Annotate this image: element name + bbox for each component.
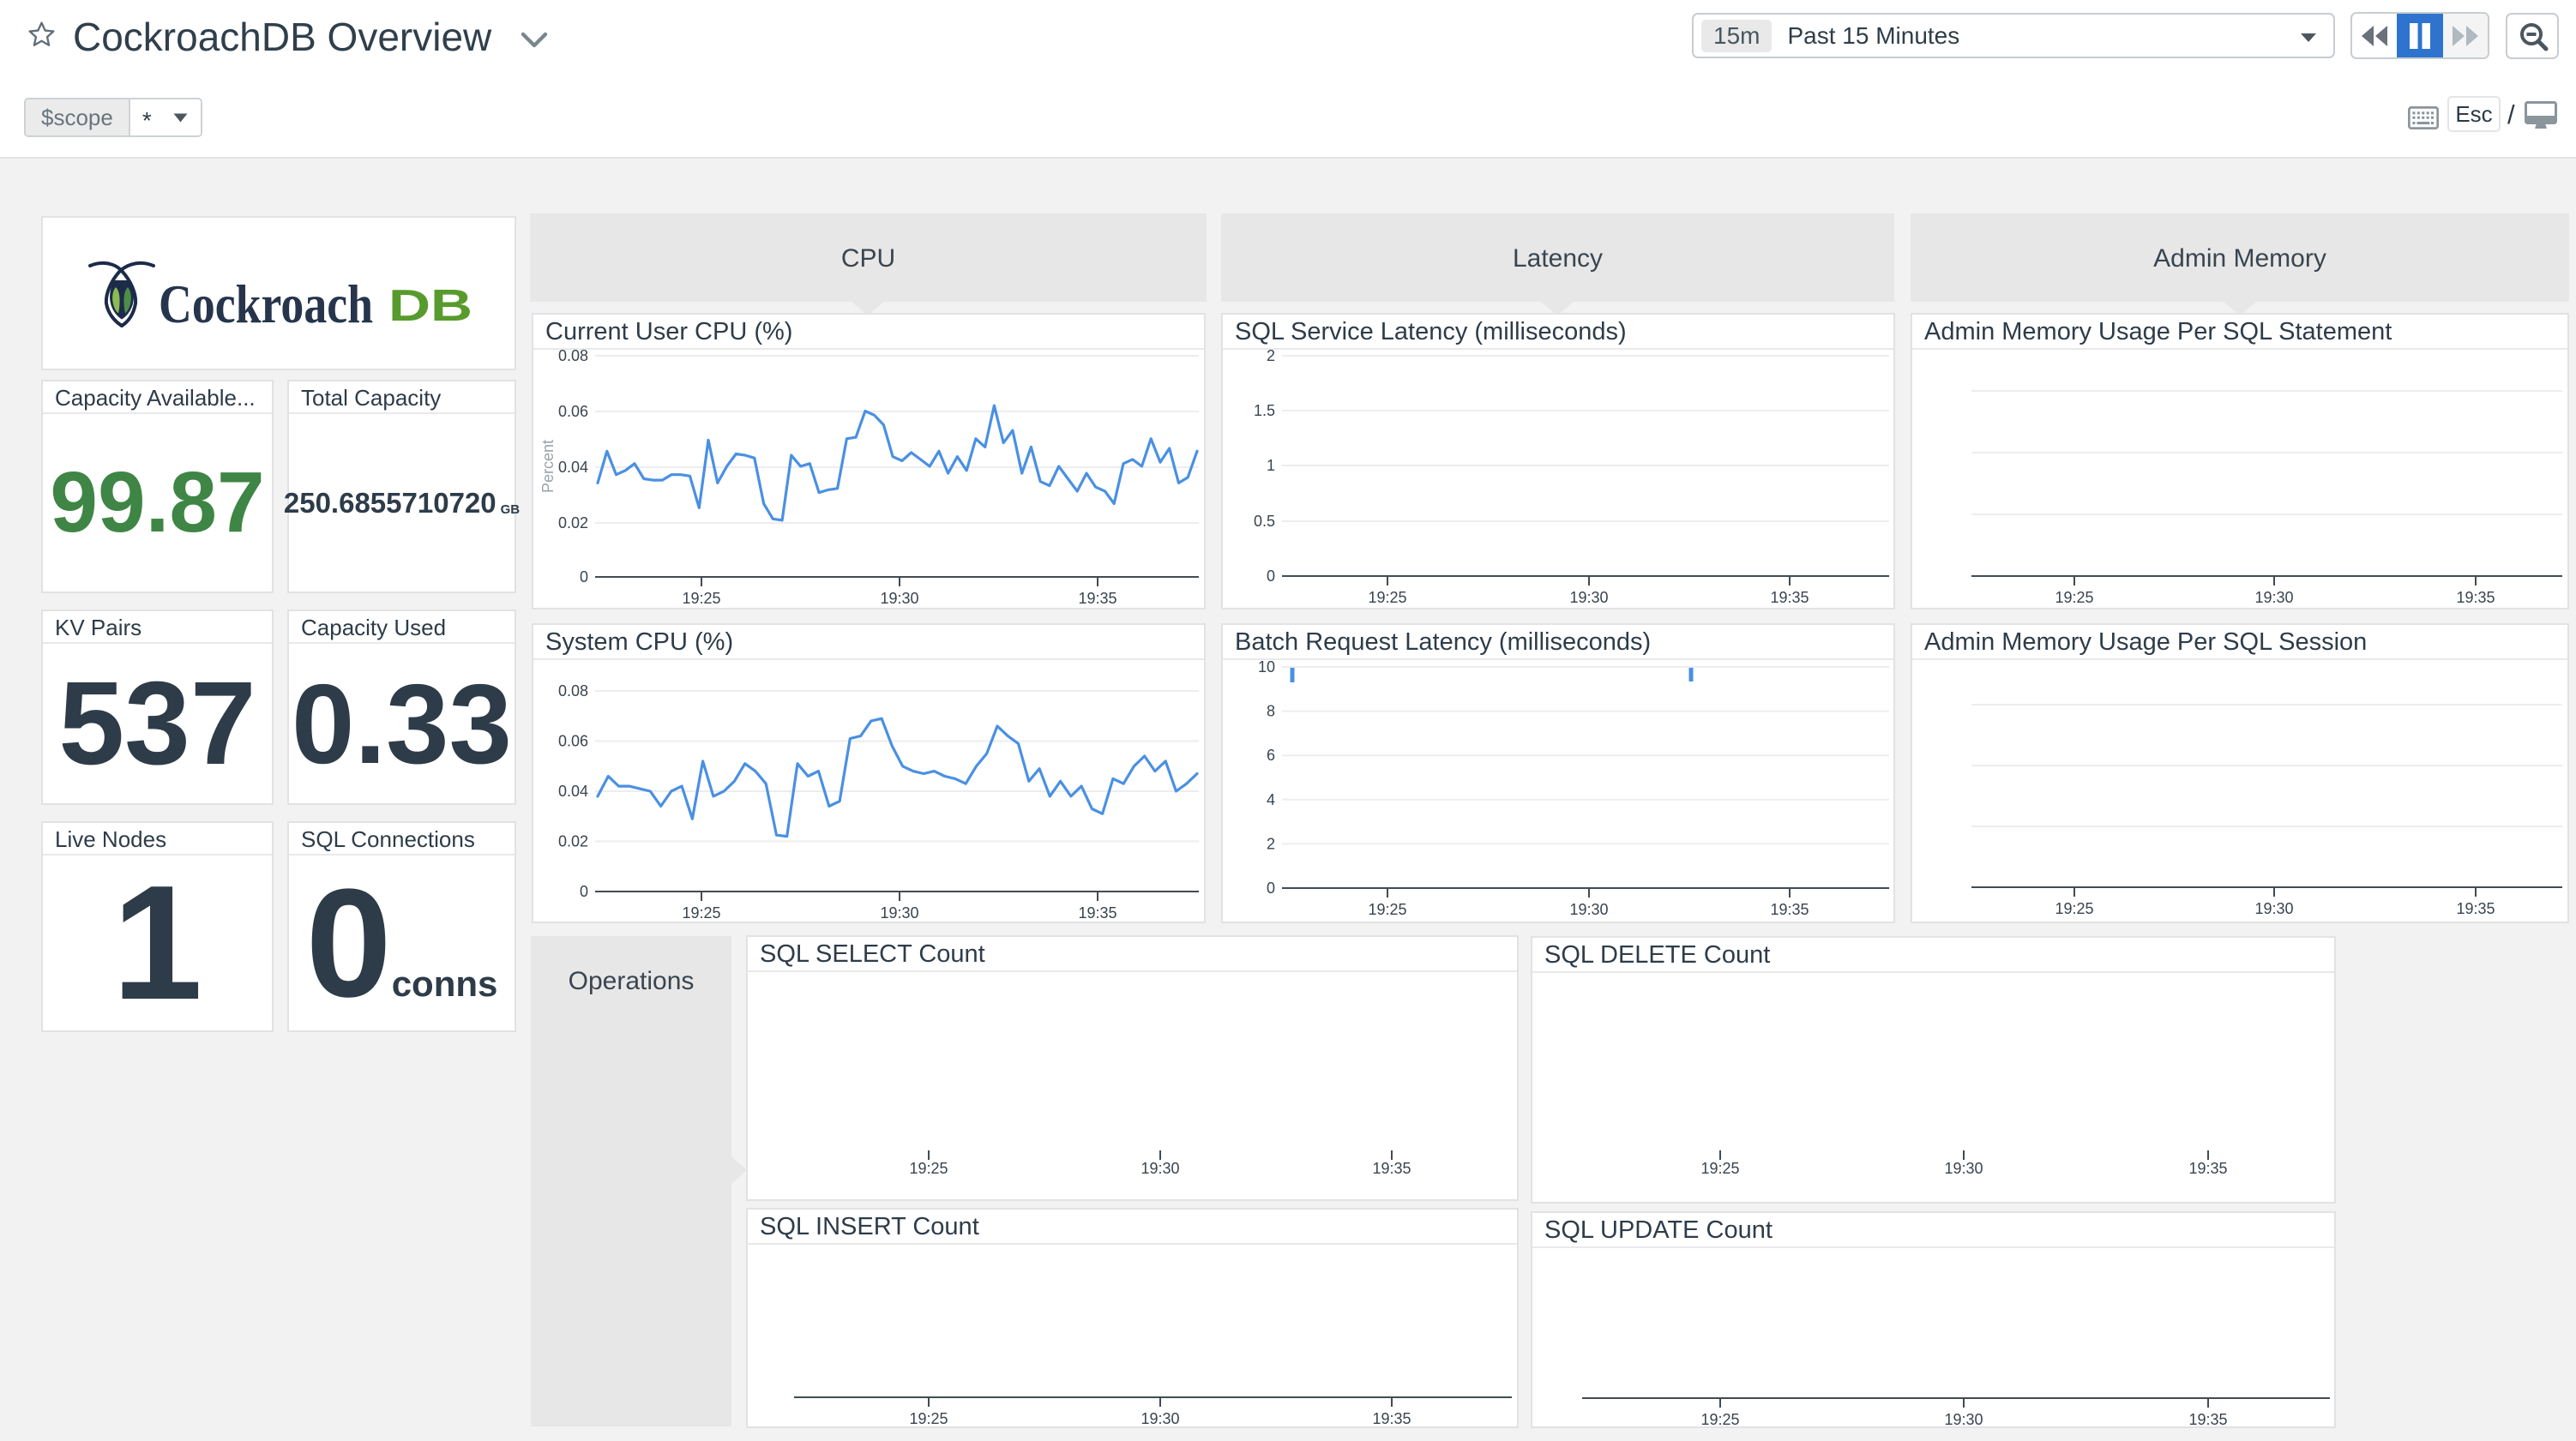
svg-text:DB: DB — [388, 281, 472, 331]
svg-text:Cockroach: Cockroach — [159, 273, 373, 334]
